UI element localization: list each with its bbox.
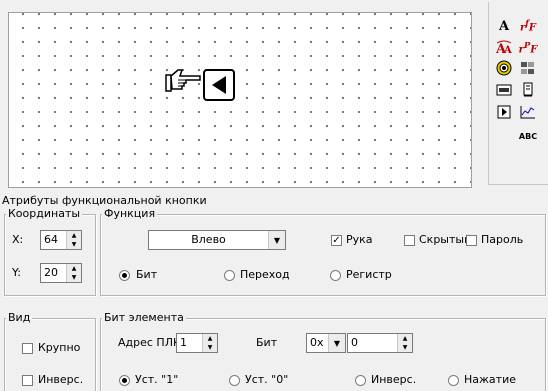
large-checkbox[interactable]	[22, 343, 33, 354]
chevron-down-icon[interactable]: ▼	[328, 334, 345, 352]
password-checkbox[interactable]	[466, 235, 477, 246]
editor-area	[0, 0, 484, 200]
x-up-icon[interactable]: ▲	[67, 231, 81, 240]
radio-set1[interactable]	[119, 375, 130, 386]
function-legend: Функция	[102, 207, 158, 220]
radio-set0[interactable]	[229, 375, 240, 386]
left-arrow-icon	[212, 76, 226, 94]
prefix-value: 0x	[310, 336, 324, 349]
radio-register-label: Регистр	[346, 268, 392, 281]
font-color-icon[interactable]: rPF	[517, 38, 539, 58]
hand-label: Рука	[346, 233, 373, 246]
function-selected: Влево	[191, 233, 226, 246]
radio-press-label: Нажатие	[464, 373, 516, 386]
invert-view-checkbox[interactable]	[22, 375, 33, 386]
font-style-icon[interactable]: rfF	[517, 16, 539, 36]
plc-up-icon[interactable]: ▲	[203, 334, 217, 343]
radio-register[interactable]	[330, 270, 341, 281]
hand-pointer-icon[interactable]	[164, 66, 204, 96]
radio-bit-label: Бит	[136, 268, 158, 281]
abc-icon[interactable]: ABC	[517, 126, 539, 146]
bit-label: Бит	[256, 336, 278, 349]
plc-down-icon[interactable]: ▼	[203, 343, 217, 352]
plc-addr-value[interactable]: 1	[177, 334, 202, 352]
large-label: Крупно	[38, 341, 81, 354]
y-label: Y:	[12, 266, 21, 279]
lamp-icon[interactable]	[493, 58, 515, 78]
function-button-left[interactable]	[203, 69, 235, 101]
bit-value[interactable]: 0	[348, 334, 397, 352]
meter-icon[interactable]	[517, 80, 539, 100]
panel-title: Атрибуты функциональной кнопки	[2, 194, 207, 207]
hidden-checkbox[interactable]	[404, 235, 415, 246]
x-label: X:	[12, 233, 24, 246]
trend-icon[interactable]	[517, 102, 539, 122]
x-value[interactable]: 64	[41, 231, 66, 249]
image-icon[interactable]	[517, 58, 539, 78]
y-stepper[interactable]: 20 ▲ ▼	[40, 263, 82, 283]
keyboard-icon[interactable]	[493, 80, 515, 100]
object-toolbar: A rfF AA rPF ABC	[488, 2, 548, 185]
x-stepper[interactable]: 64 ▲ ▼	[40, 230, 82, 250]
y-down-icon[interactable]: ▼	[67, 273, 81, 282]
hidden-label: Скрытый	[419, 233, 472, 246]
function-button-icon[interactable]	[493, 102, 515, 122]
element-bit-legend: Бит элемента	[102, 311, 186, 324]
bit-up-icon[interactable]: ▲	[398, 334, 412, 343]
design-canvas[interactable]	[8, 12, 472, 188]
hand-checkbox[interactable]: ✓	[331, 235, 342, 246]
radio-invert-label: Инверс.	[371, 373, 417, 386]
radio-set1-label: Уст. "1"	[135, 373, 179, 386]
y-value[interactable]: 20	[41, 264, 66, 282]
y-up-icon[interactable]: ▲	[67, 264, 81, 273]
view-legend: Вид	[6, 311, 33, 324]
radio-jump[interactable]	[224, 270, 235, 281]
password-label: Пароль	[481, 233, 524, 246]
invert-view-label: Инверс.	[38, 373, 84, 386]
function-group	[100, 214, 546, 296]
x-down-icon[interactable]: ▼	[67, 240, 81, 249]
prefix-select[interactable]: 0x ▼	[306, 333, 346, 353]
radio-press[interactable]	[448, 375, 459, 386]
radio-bit[interactable]	[119, 270, 130, 281]
coords-group	[4, 214, 96, 296]
font-size-icon[interactable]: AA	[493, 38, 515, 58]
coords-legend: Координаты	[6, 207, 83, 220]
radio-jump-label: Переход	[240, 268, 290, 281]
bit-stepper[interactable]: 0 ▲ ▼	[347, 333, 413, 353]
plc-addr-label: Адрес ПЛК	[118, 336, 181, 349]
bit-down-icon[interactable]: ▼	[398, 343, 412, 352]
svg-text:A: A	[503, 45, 512, 56]
radio-set0-label: Уст. "0"	[245, 373, 289, 386]
text-icon[interactable]: A	[493, 16, 515, 36]
function-select[interactable]: Влево ▼	[148, 230, 286, 250]
chevron-down-icon[interactable]: ▼	[268, 231, 285, 249]
radio-invert[interactable]	[355, 375, 366, 386]
plc-addr-stepper[interactable]: 1 ▲ ▼	[176, 333, 218, 353]
